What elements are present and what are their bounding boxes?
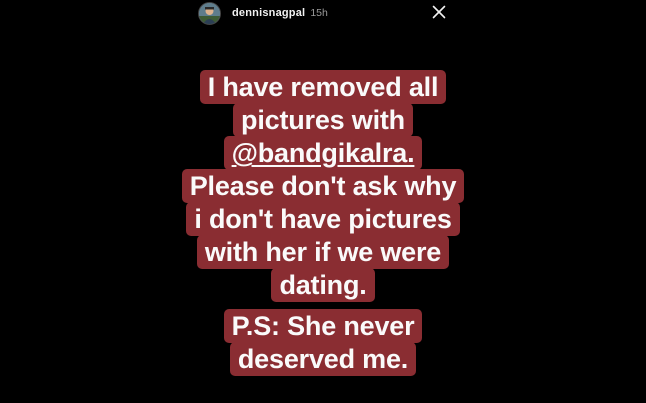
story-text-line: Please don't ask why [181,169,465,203]
story-viewer[interactable]: dennisnagpal 15h I have removed all pict… [0,0,646,403]
story-text-ps: P.S: She never deserved me. [0,309,646,376]
story-timestamp: 15h [310,7,328,19]
story-text-line: P.S: She never [223,309,423,343]
story-text-line: pictures with [233,103,413,137]
story-text-line: I have removed all [199,70,447,104]
mention-link[interactable]: @bandgikalra. [223,136,423,170]
story-text-line: deserved me. [229,342,417,376]
story-text-main: I have removed all pictures with @bandgi… [0,70,646,302]
story-text-line: i don't have pictures [186,202,460,236]
story-text-line: with her if we were [196,235,450,269]
username[interactable]: dennisnagpal [232,7,305,19]
avatar[interactable] [198,1,221,25]
story-header: dennisnagpal 15h [198,1,328,25]
close-icon[interactable] [431,4,447,20]
story-text-line: dating. [271,268,375,302]
